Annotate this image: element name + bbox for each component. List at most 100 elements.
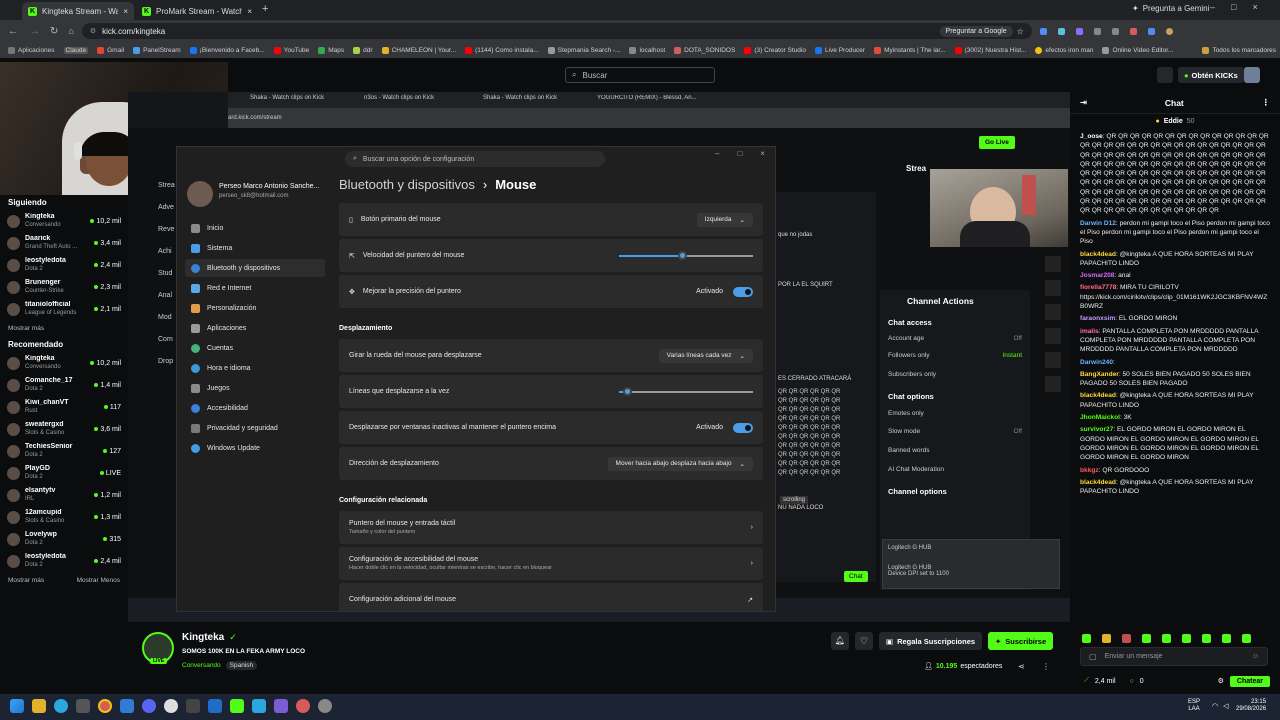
nav-windows-update[interactable]: Windows Update xyxy=(185,439,325,457)
extension-icon[interactable] xyxy=(1057,27,1065,35)
app-icon[interactable] xyxy=(296,699,310,713)
sidebar-channel[interactable]: PlayGD Dota 2 LIVE xyxy=(0,462,128,484)
nav-hora[interactable]: Hora e idioma xyxy=(185,359,325,377)
chat-username[interactable]: faraonxsim xyxy=(1080,315,1115,322)
heart-icon[interactable]: ♡ xyxy=(855,632,873,650)
chat-settings-icon[interactable]: ⋮ xyxy=(1261,97,1270,108)
bookmark-item[interactable]: PanelStream xyxy=(133,46,181,54)
action-icon[interactable] xyxy=(1045,352,1061,368)
emote-icon[interactable] xyxy=(1102,633,1111,643)
app-icon[interactable] xyxy=(274,699,288,713)
edge-icon[interactable] xyxy=(54,699,68,713)
extension-icon[interactable] xyxy=(1147,27,1155,35)
bookmark-item[interactable]: (1144) Como instala... xyxy=(465,46,539,54)
vscode-icon[interactable] xyxy=(120,699,134,713)
related-pointer-row[interactable]: Puntero del mouse y entrada táctil Tamaño… xyxy=(339,511,763,544)
collapse-chat-icon[interactable]: ⇥ xyxy=(1080,97,1087,108)
sidebar-channel[interactable]: titaniolofficial League of Legends 2,1 mil xyxy=(0,298,128,320)
lines-slider[interactable] xyxy=(619,386,753,396)
notification-bell-icon[interactable]: 🔔︎ xyxy=(831,632,849,650)
bookmark-item[interactable]: (3) Creator Studio xyxy=(744,46,806,54)
sidebar-channel[interactable]: Kingteka Conversando 10,2 mil xyxy=(0,352,128,374)
extension-icon[interactable] xyxy=(1039,27,1047,35)
chat-username[interactable]: J_oose xyxy=(1080,133,1103,140)
outlook-icon[interactable] xyxy=(208,699,222,713)
nav-aplicaciones[interactable]: Aplicaciones xyxy=(185,319,325,337)
sidebar-channel[interactable]: 12amcupid Slots & Casino 1,3 mil xyxy=(0,506,128,528)
get-kicks-button[interactable]: ● Obtén KICKs xyxy=(1178,67,1244,83)
bookmark-item[interactable]: DOTA_SONIDOS xyxy=(674,46,735,54)
breadcrumb-parent[interactable]: Bluetooth y dispositivos xyxy=(339,177,475,192)
bookmark-item[interactable]: ¡Bienvenido a Faceb... xyxy=(189,46,265,54)
chat-username[interactable]: Darwin240 xyxy=(1080,359,1113,366)
emote-icon[interactable] xyxy=(1242,633,1251,643)
close-icon[interactable]: × xyxy=(760,149,765,158)
emote-icon[interactable] xyxy=(1122,633,1131,643)
sidebar-channel[interactable]: leostyledota Dota 2 2,4 mil xyxy=(0,550,128,572)
bookmark-item[interactable]: Online Video Editor... xyxy=(1102,46,1173,54)
precision-toggle[interactable] xyxy=(733,286,753,297)
emote-icon[interactable] xyxy=(1082,633,1091,643)
sidebar-channel[interactable]: Comanche_17 Dota 2 1,4 mil xyxy=(0,374,128,396)
browser-tab-kingteka[interactable]: K Kingteka Stream - Watch Li × xyxy=(22,2,134,20)
close-icon[interactable]: × xyxy=(247,7,252,16)
url-field[interactable]: ⚙ kick.com/kingteka Preguntar a Google ☆ xyxy=(81,23,1032,39)
user-avatar[interactable] xyxy=(1244,67,1260,83)
chrome-icon[interactable] xyxy=(98,699,112,713)
bookmark-item[interactable]: Myinstants | The lar... xyxy=(874,46,946,54)
chat-username[interactable]: survivor27 xyxy=(1080,426,1113,433)
sidebar-channel[interactable]: Lovelywp Dota 2 315 xyxy=(0,528,128,550)
clock[interactable]: 23:15 29/08/2026 xyxy=(1236,699,1266,713)
close-icon[interactable]: × xyxy=(123,7,128,16)
emote-icon[interactable] xyxy=(1142,633,1151,643)
close-window-icon[interactable]: × xyxy=(1252,2,1257,12)
bookmark-item[interactable]: Stepmania Search -... xyxy=(547,46,620,54)
chat-username[interactable]: black4dead xyxy=(1080,479,1116,486)
action-icon[interactable] xyxy=(1045,304,1061,320)
emote-icon[interactable] xyxy=(1162,633,1171,643)
profile-avatar[interactable] xyxy=(1165,27,1173,35)
bookmark-item[interactable]: Maps xyxy=(318,46,344,54)
bookmark-item[interactable]: Aplicaciones xyxy=(8,46,55,54)
action-icon[interactable] xyxy=(1045,280,1061,296)
back-icon[interactable]: ← xyxy=(8,26,18,37)
app-icon[interactable] xyxy=(76,699,90,713)
ask-google-button[interactable]: Preguntar a Google xyxy=(939,25,1013,37)
extension-icon[interactable] xyxy=(1075,27,1083,35)
star-icon[interactable]: ☆ xyxy=(1017,27,1024,36)
bookmark-item[interactable]: localhost xyxy=(629,46,665,54)
chat-username[interactable]: BangXander xyxy=(1080,371,1119,378)
share-icon[interactable]: ⋖ xyxy=(1018,662,1025,671)
minimize-icon[interactable]: – xyxy=(715,149,719,158)
file-explorer-icon[interactable] xyxy=(32,699,46,713)
category-link[interactable]: Conversando xyxy=(182,662,221,669)
sidebar-channel[interactable]: leostyledota Dota 2 2,4 mil xyxy=(0,254,128,276)
channel-name[interactable]: Kingteka xyxy=(182,632,224,643)
action-icon[interactable] xyxy=(1045,328,1061,344)
sidebar-channel[interactable]: Kingteka Conversando 10,2 mil xyxy=(0,210,128,232)
extension-icon[interactable] xyxy=(1129,27,1137,35)
nav-bluetooth[interactable]: Bluetooth y dispositivos xyxy=(185,259,325,277)
nav-juegos[interactable]: Juegos xyxy=(185,379,325,397)
go-live-button[interactable]: Go Live xyxy=(979,136,1015,149)
settings-search-input[interactable]: ⌕ Buscar una opción de configuración xyxy=(345,151,605,167)
emote-icon[interactable] xyxy=(1202,633,1211,643)
nav-privacidad[interactable]: Privacidad y seguridad xyxy=(185,419,325,437)
bookmark-item[interactable]: (3002) Nuestra Hist... xyxy=(954,46,1026,54)
sidebar-channel[interactable]: Kiwi_chanVT Rust 117 xyxy=(0,396,128,418)
chat-input[interactable]: ▢ Enviar un mensaje ☺ xyxy=(1080,647,1268,666)
inactive-scroll-toggle[interactable] xyxy=(733,422,753,433)
browser-tab-promark[interactable]: K ProMark Stream - Watch Live c × xyxy=(136,2,258,20)
nav-inicio[interactable]: Inicio xyxy=(185,219,325,237)
wheel-select[interactable]: Varias líneas cada vez ⌄ xyxy=(658,348,753,363)
chat-username[interactable]: JhonMaickol xyxy=(1080,414,1120,421)
maximize-icon[interactable]: □ xyxy=(737,149,742,158)
emote-icon[interactable] xyxy=(1222,633,1231,643)
settings-icon[interactable] xyxy=(318,699,332,713)
subscribe-button[interactable]: ✦ Suscribirse xyxy=(988,632,1054,650)
sidebar-channel[interactable]: TechiesSenior Dota 2 127 xyxy=(0,440,128,462)
chat-username[interactable]: black4dead xyxy=(1080,392,1116,399)
emote-icon[interactable] xyxy=(1182,633,1191,643)
emoji-icon[interactable]: ☺ xyxy=(1252,653,1259,660)
library-icon[interactable] xyxy=(1157,67,1173,83)
